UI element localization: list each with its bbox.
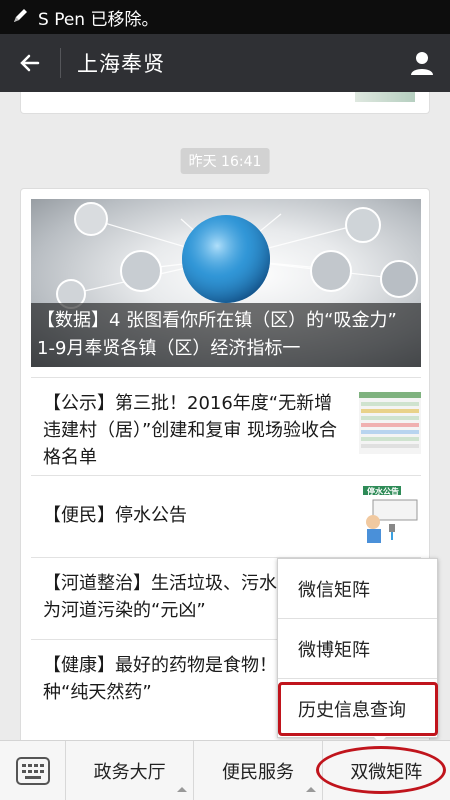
menu-button-label: 双微矩阵 [350, 761, 423, 783]
submenu-indicator-icon [305, 787, 316, 792]
status-bar: S Pen 已移除。 [0, 0, 450, 34]
message-timestamp: 昨天 16:41 [180, 148, 270, 174]
article-item[interactable]: 【公示】第三批！2016年度“无新增违建村（居）”创建和复审 现场验收合格名单 [31, 377, 421, 475]
back-arrow-icon [20, 54, 40, 72]
pen-icon [12, 6, 30, 29]
keyboard-icon [15, 757, 50, 785]
submenu-indicator-icon [177, 787, 188, 792]
hero-caption: 【数据】4 张图看你所在镇（区）的“吸金力” 1-9月奉贤各镇（区）经济指标一 [31, 303, 421, 367]
profile-button[interactable] [394, 34, 450, 92]
bottom-menu-bar: 政务大厅 便民服务 双微矩阵 [0, 740, 450, 800]
previous-card-thumbnail [355, 92, 415, 102]
article-item[interactable]: 【便民】停水公告 停水公告 [31, 475, 421, 557]
submenu-item-wechat-matrix[interactable]: 微信矩阵 [278, 559, 437, 619]
menu-button-government-hall[interactable]: 政务大厅 [66, 741, 195, 800]
menu-button-label: 便民服务 [221, 761, 294, 783]
status-message: S Pen 已移除。 [38, 9, 159, 30]
thumbnail-label: 停水公告 [367, 487, 399, 496]
page-title: 上海奉贤 [77, 52, 165, 76]
back-button[interactable] [0, 34, 60, 92]
user-icon [411, 52, 433, 75]
nav-divider [60, 48, 61, 78]
keyboard-toggle-button[interactable] [0, 741, 66, 800]
spreadsheet-thumbnail [359, 392, 421, 454]
submenu-item-weibo-matrix[interactable]: 微博矩阵 [278, 619, 437, 679]
submenu-popup: 微信矩阵 微博矩阵 历史信息查询 [277, 558, 438, 738]
menu-button-dual-micro-matrix[interactable]: 双微矩阵 [323, 741, 450, 800]
submenu-item-history-query[interactable]: 历史信息查询 [278, 679, 437, 739]
article-title: 【便民】停水公告 [43, 505, 187, 526]
previous-article-card[interactable] [20, 92, 430, 114]
hero-article[interactable]: 【数据】4 张图看你所在镇（区）的“吸金力” 1-9月奉贤各镇（区）经济指标一 [31, 199, 421, 367]
menu-button-label: 政务大厅 [93, 761, 166, 783]
menu-button-public-service[interactable]: 便民服务 [194, 741, 323, 800]
nav-bar: 上海奉贤 [0, 34, 450, 92]
article-title: 【公示】第三批！2016年度“无新增违建村（居）”创建和复审 现场验收合格名单 [43, 393, 338, 468]
